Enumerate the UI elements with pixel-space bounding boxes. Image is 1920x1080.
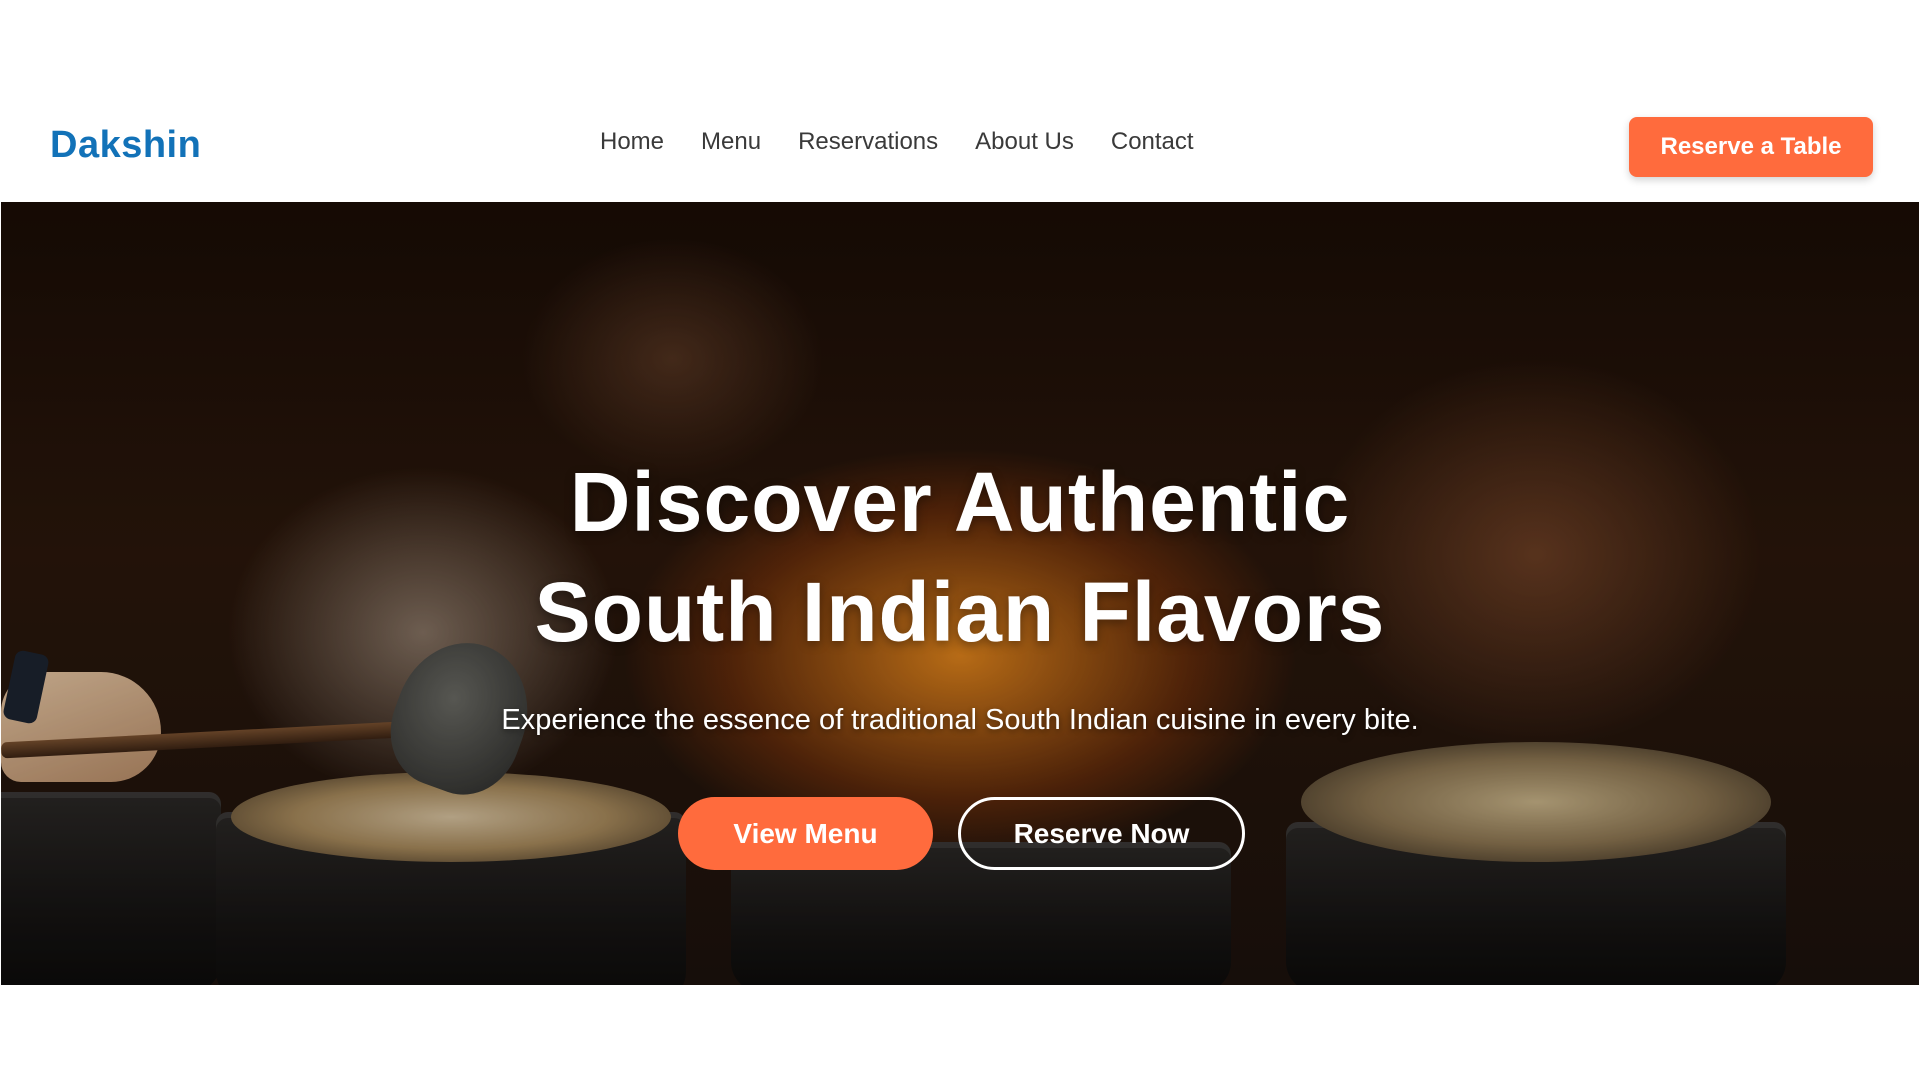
- hero-title: Discover Authentic South Indian Flavors: [1, 447, 1919, 667]
- site-header: Dakshin Home Menu Reservations About Us …: [0, 80, 1920, 202]
- nav-item-about-us[interactable]: About Us: [975, 128, 1074, 156]
- view-menu-button[interactable]: View Menu: [678, 797, 933, 870]
- brand-logo[interactable]: Dakshin: [50, 124, 201, 167]
- reserve-table-button[interactable]: Reserve a Table: [1629, 117, 1873, 177]
- nav-item-reservations[interactable]: Reservations: [798, 128, 938, 156]
- nav-item-menu[interactable]: Menu: [701, 128, 761, 156]
- hero-subtitle: Experience the essence of traditional So…: [501, 704, 1419, 736]
- reserve-now-button[interactable]: Reserve Now: [958, 797, 1245, 870]
- hero-content: Discover Authentic South Indian Flavors …: [1, 202, 1919, 985]
- page: Dakshin Home Menu Reservations About Us …: [0, 0, 1920, 1080]
- hero-title-line-2: South Indian Flavors: [534, 565, 1386, 659]
- hero-title-line-1: Discover Authentic: [569, 455, 1351, 549]
- nav-item-home[interactable]: Home: [600, 128, 664, 156]
- nav-item-contact[interactable]: Contact: [1111, 128, 1194, 156]
- hero-section: Discover Authentic South Indian Flavors …: [1, 202, 1919, 985]
- main-nav: Home Menu Reservations About Us Contact: [600, 128, 1231, 156]
- hero-buttons: View Menu Reserve Now: [1, 797, 1919, 871]
